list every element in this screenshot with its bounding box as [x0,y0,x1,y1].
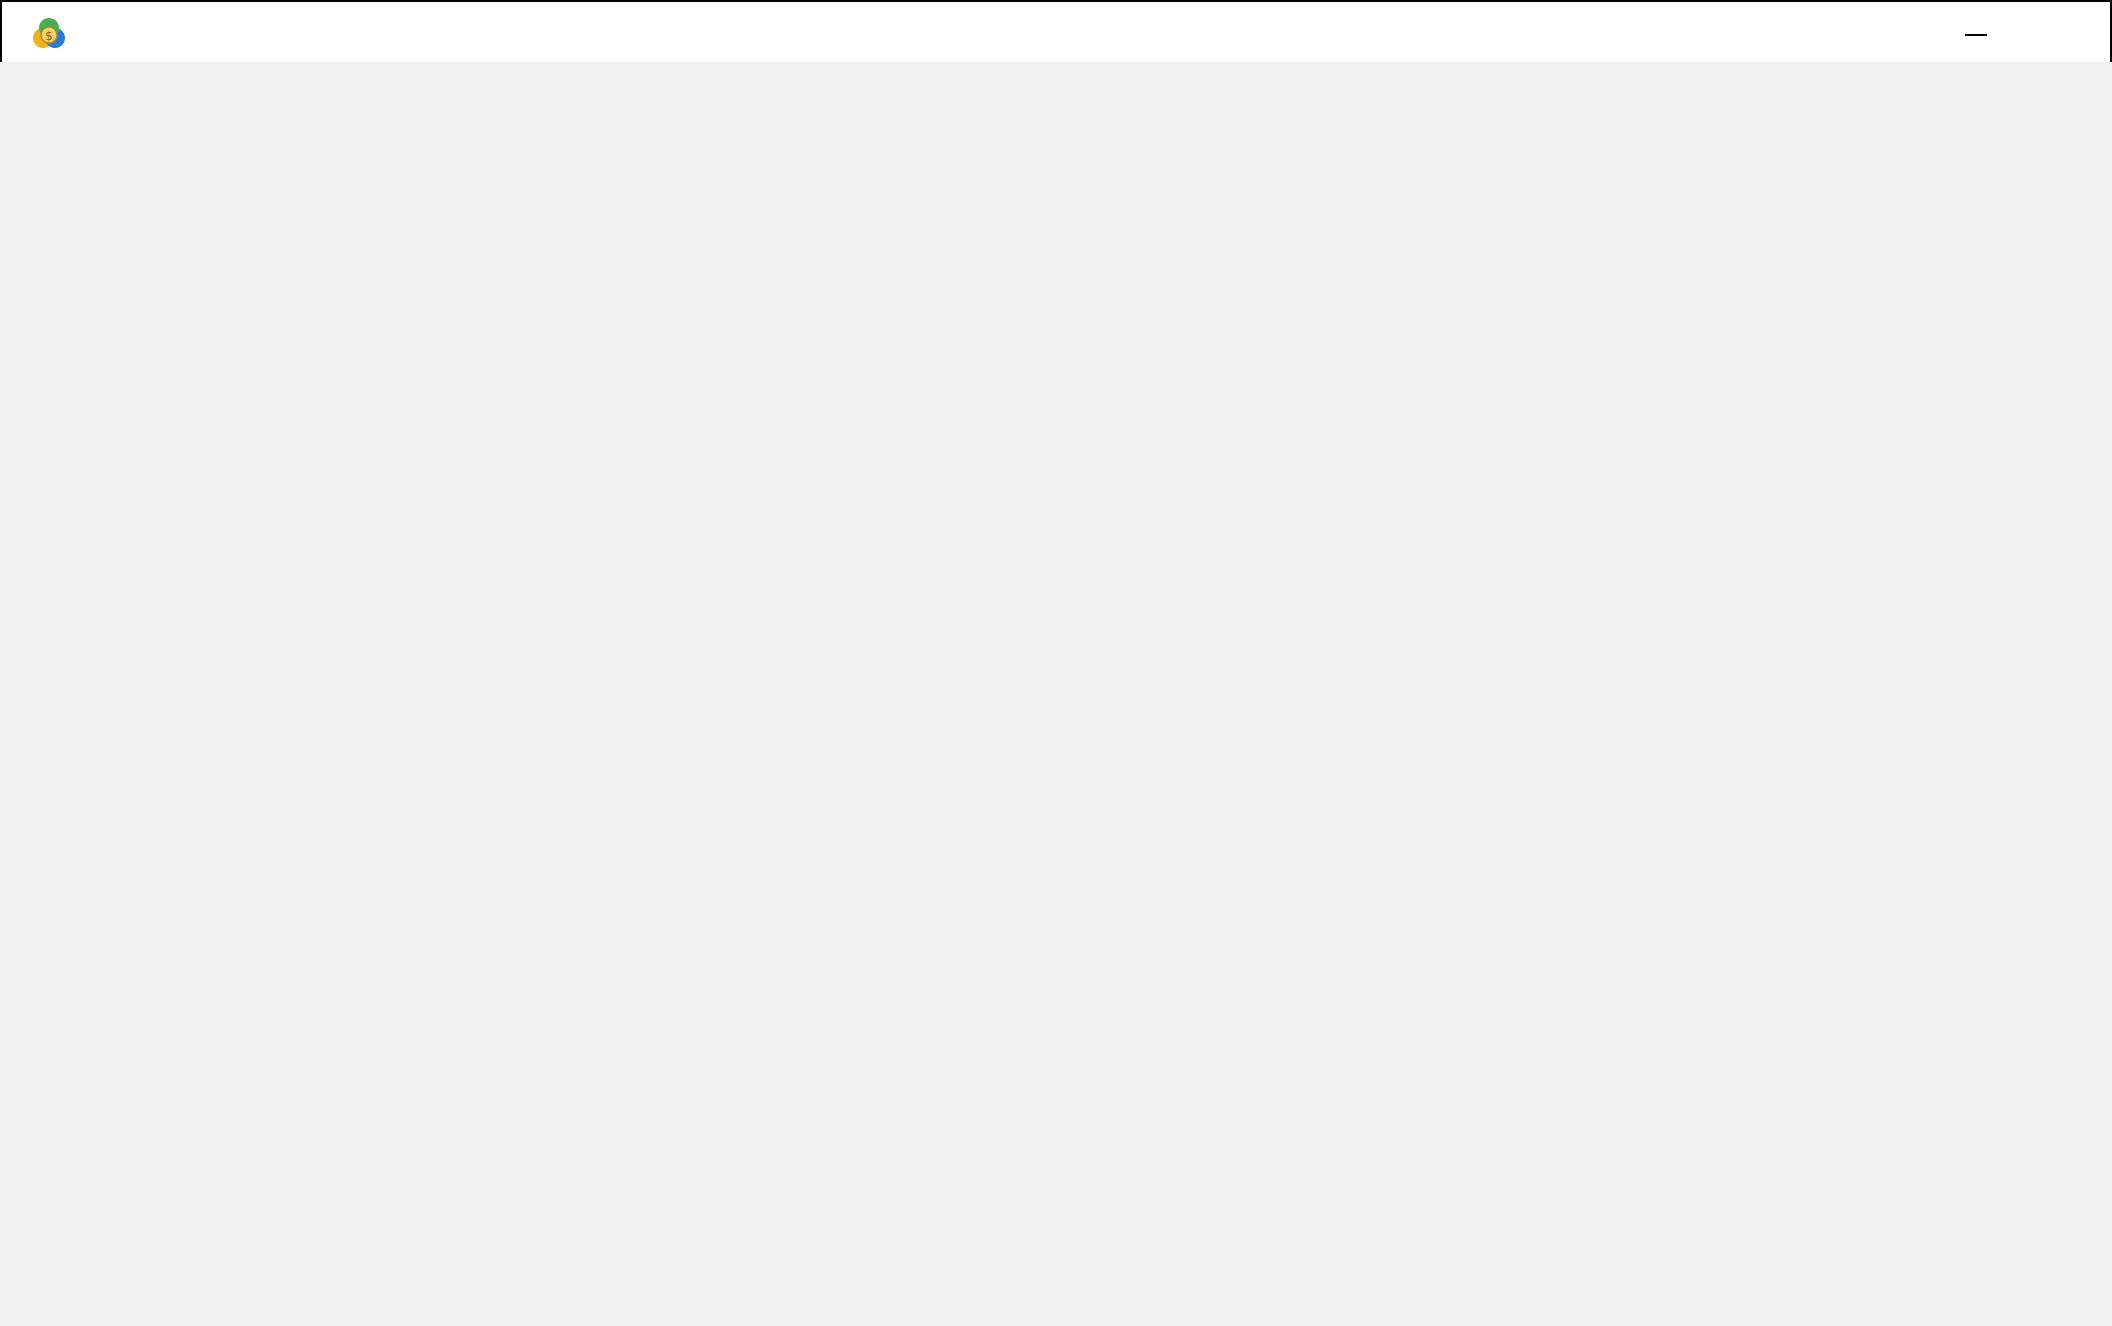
title-bar: $ [0,0,2112,62]
minimize-icon [1965,34,1987,36]
svg-text:$: $ [45,29,53,43]
minimize-button[interactable] [1946,10,2006,56]
metatrader-logo-icon: $ [33,18,65,48]
